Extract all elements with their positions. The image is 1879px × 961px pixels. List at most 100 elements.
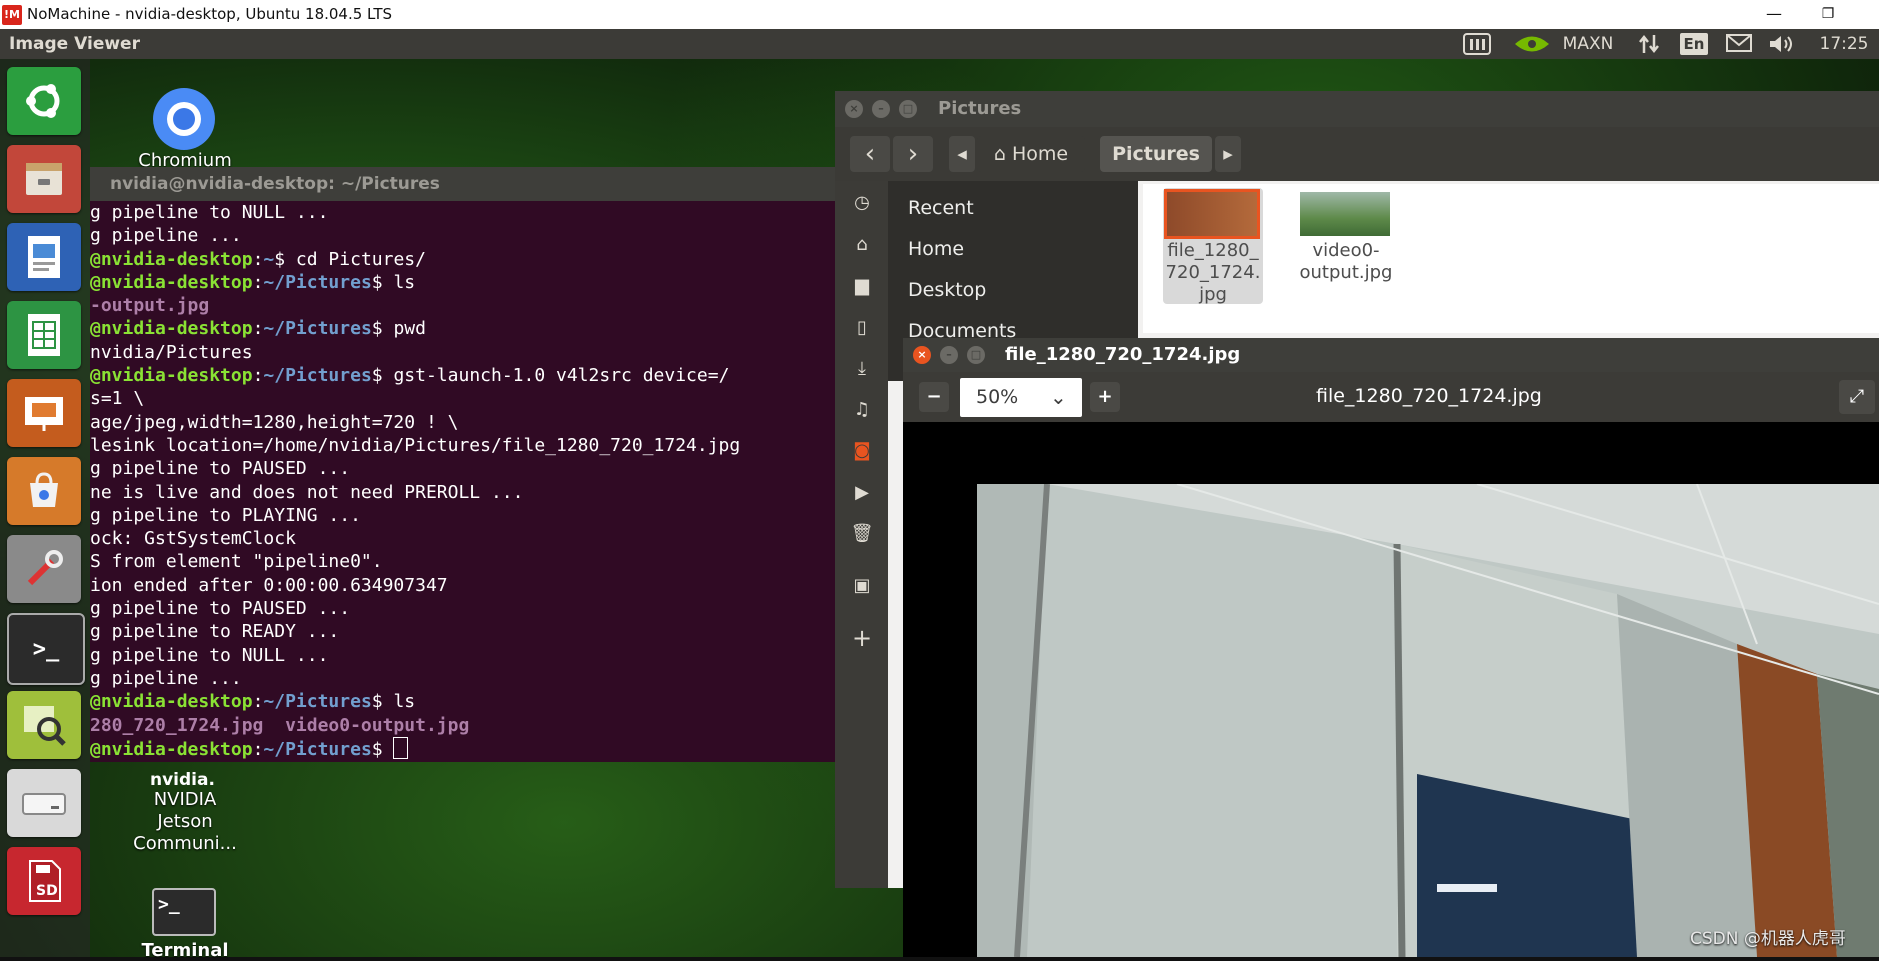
prompt-path: ~ xyxy=(263,248,275,270)
terminal-launcher-icon[interactable]: >_ xyxy=(7,613,85,685)
network-icon[interactable] xyxy=(1636,33,1662,55)
file-item[interactable]: video0- output.jpg xyxy=(1296,188,1396,288)
breadcrumb-home-label: Home xyxy=(1012,143,1069,165)
nomachine-tray-icon[interactable] xyxy=(1462,33,1492,55)
mail-icon[interactable] xyxy=(1725,33,1753,55)
videos-icon[interactable]: ▶ xyxy=(849,480,875,506)
host-window-title: NoMachine - nvidia-desktop, Ubuntu 18.04… xyxy=(27,5,393,23)
nvidia-tray-icon[interactable] xyxy=(1512,33,1552,55)
output-text: nvidia/Pictures xyxy=(90,341,253,363)
terminal-line: -output.jpg xyxy=(90,294,835,317)
terminal-line: @nvidia-desktop:~/Pictures$ ls xyxy=(90,271,835,294)
image-file-name: file_1280_720_1724.jpg xyxy=(1316,385,1542,407)
breadcrumb-prev-button[interactable]: ◂ xyxy=(949,136,975,172)
host-restore-button[interactable]: ❐ xyxy=(1814,2,1842,26)
files-minimize-button[interactable]: – xyxy=(872,100,890,118)
image-viewer-titlebar[interactable]: × – □ file_1280_720_1724.jpg xyxy=(903,338,1879,372)
terminal-line: lesink location=/home/nvidia/Pictures/fi… xyxy=(90,434,835,457)
software-center-icon[interactable] xyxy=(7,457,81,525)
breadcrumb-current[interactable]: Pictures xyxy=(1100,136,1212,172)
drive-icon[interactable] xyxy=(7,769,81,837)
libreoffice-calc-icon[interactable] xyxy=(7,301,81,369)
prompt-path: ~/Pictures xyxy=(263,738,372,760)
file-manager-toolbar: ‹ › ◂ ⌂ Home Pictures ▸ xyxy=(835,127,1879,181)
clock[interactable]: 17:25 xyxy=(1815,33,1873,55)
keyboard-layout-indicator[interactable]: En xyxy=(1680,33,1708,55)
terminal-line: @nvidia-desktop:~/Pictures$ ls xyxy=(90,690,835,713)
home-icon[interactable]: ⌂ xyxy=(849,232,875,258)
breadcrumb-next-button[interactable]: ▸ xyxy=(1215,136,1241,172)
image-viewer-window[interactable]: × – □ file_1280_720_1724.jpg − 50% ⌄ + f… xyxy=(903,338,1879,957)
place-desktop[interactable]: Desktop xyxy=(908,279,986,301)
fullscreen-icon[interactable]: ⤢ xyxy=(1839,380,1875,414)
file-thumbnail[interactable] xyxy=(1164,189,1260,239)
terminal-desktop-label[interactable]: Terminal xyxy=(125,940,245,961)
prompt-path: ~/Pictures xyxy=(263,318,372,340)
pictures-icon[interactable]: ◙ xyxy=(849,438,875,464)
power-mode-label[interactable]: MAXN xyxy=(1555,33,1621,55)
forward-button[interactable]: › xyxy=(893,136,933,172)
place-home[interactable]: Home xyxy=(908,238,964,260)
prompt-path: ~/Pictures xyxy=(263,271,372,293)
files-launcher-icon[interactable] xyxy=(7,145,81,213)
desktop-folder-icon[interactable]: ▆ xyxy=(849,273,875,299)
prompt-separator: : xyxy=(252,248,264,270)
file-listing: -output.jpg xyxy=(90,295,210,317)
volume-icon[interactable] xyxy=(1767,33,1797,55)
host-minimize-button[interactable]: — xyxy=(1760,2,1788,26)
terminal-desktop-icon[interactable]: >_ xyxy=(152,888,216,936)
file-name-line2: output.jpg xyxy=(1299,262,1393,283)
terminal-titlebar[interactable]: nvidia@nvidia-desktop: ~/Pictures xyxy=(90,167,835,201)
libreoffice-impress-icon[interactable] xyxy=(7,379,81,447)
libreoffice-writer-icon[interactable] xyxy=(7,223,81,291)
prompt-user: @nvidia-desktop xyxy=(90,271,253,293)
displayed-photo xyxy=(977,484,1879,957)
zoom-selector[interactable]: 50% ⌄ xyxy=(960,378,1082,417)
terminal-line: ion ended after 0:00:00.634907347 xyxy=(90,574,835,597)
recent-icon[interactable]: ◷ xyxy=(849,190,875,216)
nvidia-jetson-label-line1[interactable]: NVIDIA xyxy=(120,789,250,810)
trash-icon[interactable]: 🗑 xyxy=(849,521,875,547)
device-icon[interactable]: ▣ xyxy=(849,573,875,599)
file-name-line1: video0- xyxy=(1312,240,1380,261)
music-icon[interactable]: ♫ xyxy=(849,397,875,423)
command-text: $ xyxy=(371,738,394,760)
output-text: s=1 \ xyxy=(90,388,145,410)
chromium-icon[interactable] xyxy=(153,88,215,150)
chevron-down-icon[interactable]: ⌄ xyxy=(1050,385,1067,409)
image-viewer-title: file_1280_720_1724.jpg xyxy=(1005,344,1241,365)
nvidia-jetson-label-line2[interactable]: Jetson xyxy=(120,811,250,832)
files-maximize-button[interactable]: □ xyxy=(899,100,917,118)
zoom-out-button[interactable]: − xyxy=(919,382,949,412)
terminal-output[interactable]: g pipeline to NULL ... g pipeline ... @nvi… xyxy=(90,201,835,762)
output-text: g pipeline to READY ... xyxy=(90,621,340,643)
terminal-line: nvidia/Pictures xyxy=(90,341,835,364)
terminal-window[interactable]: nvidia@nvidia-desktop: ~/Pictures g pipe… xyxy=(90,167,835,762)
viewer-maximize-button[interactable]: □ xyxy=(967,346,985,364)
documents-icon[interactable]: ▯ xyxy=(849,315,875,341)
viewer-close-button[interactable]: × xyxy=(913,346,931,364)
prompt-separator: : xyxy=(252,738,264,760)
nvidia-logo-icon[interactable]: nvidia. xyxy=(150,770,215,790)
downloads-icon[interactable]: ⤓ xyxy=(849,356,875,382)
place-recent[interactable]: Recent xyxy=(908,197,974,219)
breadcrumb-home[interactable]: ⌂ Home xyxy=(977,136,1085,172)
ubuntu-dash-icon[interactable] xyxy=(7,67,81,135)
file-manager-titlebar[interactable]: × – □ Pictures xyxy=(835,91,1879,127)
file-item-selected[interactable]: file_1280_ 720_1724. jpg xyxy=(1163,188,1263,305)
output-text: g pipeline to PLAYING ... xyxy=(90,504,361,526)
prompt-separator: : xyxy=(252,365,264,387)
system-settings-icon[interactable] xyxy=(7,535,81,603)
files-close-button[interactable]: × xyxy=(845,100,863,118)
sd-card-icon[interactable]: SD xyxy=(7,847,81,915)
prompt-user: @nvidia-desktop xyxy=(90,248,253,270)
viewer-minimize-button[interactable]: – xyxy=(940,346,958,364)
back-button[interactable]: ‹ xyxy=(850,136,890,172)
zoom-in-button[interactable]: + xyxy=(1090,382,1120,412)
terminal-cursor xyxy=(393,736,409,759)
nvidia-jetson-label-line3[interactable]: Communi... xyxy=(120,833,250,854)
image-viewer-launcher-icon[interactable] xyxy=(7,691,81,759)
other-locations-icon[interactable]: + xyxy=(849,625,875,651)
output-text: g pipeline to PAUSED ... xyxy=(90,458,351,480)
file-thumbnail[interactable] xyxy=(1300,192,1390,236)
